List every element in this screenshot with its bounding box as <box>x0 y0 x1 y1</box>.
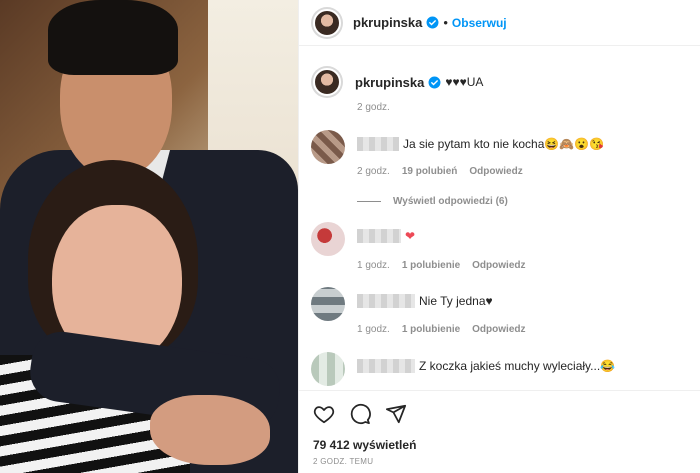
commenter-avatar[interactable] <box>311 222 345 256</box>
comment-text: Ja sie pytam kto nie kocha😆🙈😮😘 <box>403 137 605 151</box>
commenter-name-blurred[interactable] <box>357 359 415 373</box>
verified-badge-icon <box>428 76 441 89</box>
commenter-name-blurred[interactable] <box>357 294 415 308</box>
reply-button[interactable]: Odpowiedz <box>469 166 522 177</box>
caption-time: 2 godz. <box>357 102 390 113</box>
comment-likes[interactable]: 1 polubienie <box>402 324 460 335</box>
comment-line: Z koczka jakieś muchy wyleciały...😂 <box>357 359 615 373</box>
follow-button[interactable]: Obserwuj <box>452 16 507 30</box>
comment-likes[interactable]: 19 polubień <box>402 166 458 177</box>
commenter-avatar[interactable] <box>311 352 345 386</box>
views-count[interactable]: 79 412 wyświetleń <box>313 438 416 452</box>
post-header: pkrupinska • Obserwuj <box>299 0 700 46</box>
replies-divider <box>357 201 381 202</box>
comment-text: ❤ <box>405 229 416 243</box>
photo-hand <box>150 395 270 465</box>
comment-icon[interactable] <box>349 403 371 425</box>
photo-man-hair <box>48 0 178 75</box>
header-separator: • <box>443 15 448 30</box>
caption-avatar[interactable] <box>311 66 343 98</box>
caption-text: ♥♥♥UA <box>445 75 484 89</box>
caption-username[interactable]: pkrupinska <box>355 75 424 90</box>
comment-meta: 2 godz. 19 polubień Odpowiedz <box>357 166 523 177</box>
comment-text: Z koczka jakieś muchy wyleciały...😂 <box>419 359 616 373</box>
verified-badge-icon <box>426 16 439 29</box>
comment-meta: 1 godz. 1 polubienie Odpowiedz <box>357 324 526 335</box>
action-icons <box>313 403 407 425</box>
share-icon[interactable] <box>385 403 407 425</box>
reply-button[interactable]: Odpowiedz <box>472 260 525 271</box>
comment-time: 2 godz. <box>357 166 390 177</box>
comment-text: Nie Ty jedna♥ <box>419 294 493 308</box>
comment-line: Nie Ty jedna♥ <box>357 294 493 308</box>
post-actions-bar: 79 412 wyświetleń 2 GODZ. TEMU <box>299 390 700 473</box>
view-replies-label: Wyświetl odpowiedzi (6) <box>393 196 508 207</box>
commenter-name-blurred[interactable] <box>357 137 399 151</box>
comment-time: 1 godz. <box>357 324 390 335</box>
comment-likes[interactable]: 1 polubienie <box>402 260 460 271</box>
comment-time: 1 godz. <box>357 260 390 271</box>
commenter-avatar[interactable] <box>311 287 345 321</box>
view-replies-button[interactable]: Wyświetl odpowiedzi (6) <box>357 196 508 207</box>
comment-line: ❤ <box>357 229 415 243</box>
comment-line: Ja sie pytam kto nie kocha😆🙈😮😘 <box>357 137 604 151</box>
commenter-name-blurred[interactable] <box>357 229 401 243</box>
post-photo[interactable] <box>0 0 298 473</box>
caption: pkrupinska ♥♥♥UA <box>311 66 483 98</box>
reply-button[interactable]: Odpowiedz <box>472 324 525 335</box>
heart-icon[interactable] <box>313 403 335 425</box>
author-avatar[interactable] <box>311 6 343 39</box>
post-details-pane: pkrupinska • Obserwuj pkrupinska ♥♥♥UA 2… <box>298 0 700 473</box>
comment-meta: 1 godz. 1 polubienie Odpowiedz <box>357 260 526 271</box>
commenter-avatar[interactable] <box>311 130 345 164</box>
post-timestamp[interactable]: 2 GODZ. TEMU <box>313 457 373 466</box>
author-username[interactable]: pkrupinska <box>353 15 422 30</box>
